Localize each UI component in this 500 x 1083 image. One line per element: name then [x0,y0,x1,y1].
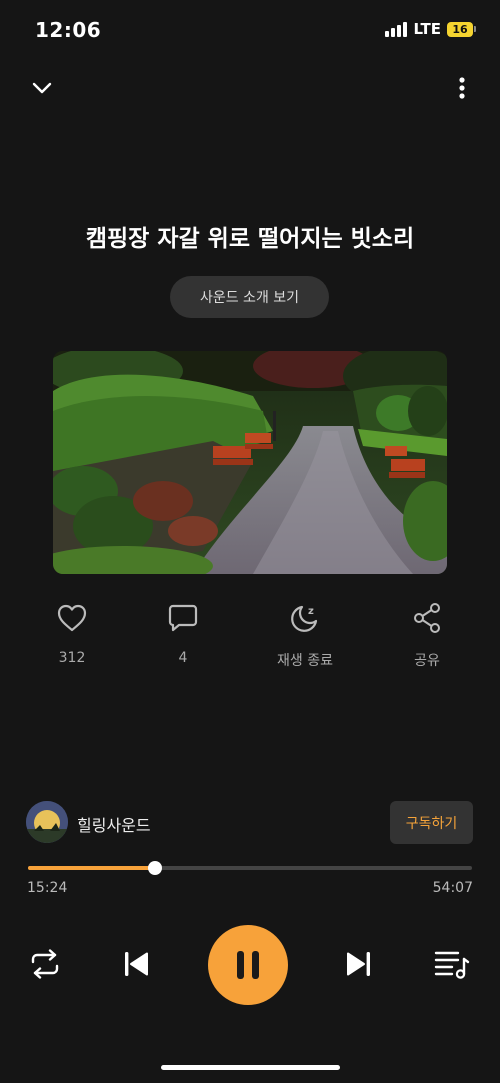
comment-count: 4 [178,650,188,666]
collapse-button[interactable] [28,74,56,102]
home-indicator[interactable] [161,1065,340,1070]
heart-icon [54,600,90,636]
sound-intro-button[interactable]: 사운드 소개 보기 [170,276,329,318]
more-vertical-icon [459,77,465,99]
signal-icon [385,21,408,37]
repeat-icon [31,949,59,979]
previous-button[interactable] [118,946,154,982]
repeat-button[interactable] [27,946,63,982]
subscribe-button[interactable]: 구독하기 [390,801,473,844]
moon-icon: z [287,600,323,636]
total-time: 54:07 [432,880,473,896]
track-artwork [53,351,447,574]
comment-button[interactable]: 4 [133,600,233,666]
channel-name[interactable]: 힐링사운드 [77,812,151,836]
previous-icon [125,952,148,976]
share-label: 공유 [414,653,440,669]
pause-button[interactable] [208,925,288,1005]
like-count: 312 [58,650,86,666]
current-time: 15:24 [27,880,68,896]
action-row: 312 4 z 재생 종료 공유 [0,600,500,680]
track-title: 캠핑장 자갈 위로 떨어지는 빗소리 [85,226,415,252]
sleep-timer-label: 재생 종료 [277,653,333,669]
status-indicators: LTE 16 [385,20,476,38]
next-button[interactable] [341,946,377,982]
battery-level: 16 [447,21,473,37]
comment-icon [165,600,201,636]
status-time: 12:06 [35,18,102,42]
pause-icon [237,951,259,979]
like-button[interactable]: 312 [22,600,122,666]
network-type: LTE [413,20,441,38]
share-button[interactable]: 공유 [377,600,477,670]
channel-avatar[interactable] [26,801,68,843]
playlist-button[interactable] [432,946,472,982]
progress-bar[interactable] [28,861,472,875]
more-options-button[interactable] [454,74,470,102]
battery-icon: 16 [447,21,476,37]
sleep-timer-button[interactable]: z 재생 종료 [255,600,355,670]
chevron-down-icon [32,82,52,94]
share-icon [409,600,445,636]
svg-text:z: z [308,606,314,617]
next-icon [347,952,370,976]
progress-thumb[interactable] [147,861,162,875]
playlist-icon [434,951,470,979]
progress-fill [28,866,155,870]
